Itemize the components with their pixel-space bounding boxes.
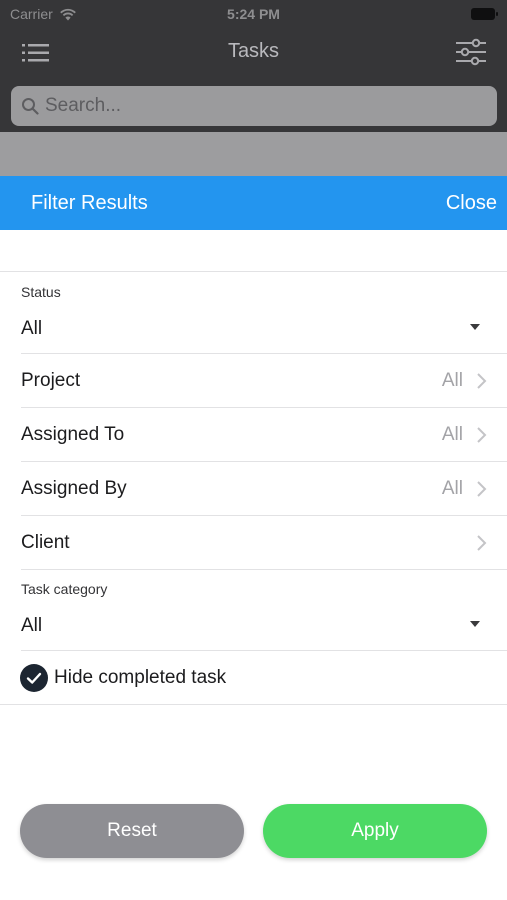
task-category-dropdown[interactable]: Task category All <box>0 570 507 650</box>
assigned-by-label: Assigned By <box>21 478 127 499</box>
project-row[interactable]: Project All <box>0 354 507 407</box>
assigned-to-row[interactable]: Assigned To All <box>0 408 507 461</box>
status-bar: Carrier 5:24 PM <box>0 0 507 28</box>
nav-bar: Tasks <box>0 28 507 78</box>
assigned-by-value: All <box>441 478 463 499</box>
assigned-to-label: Assigned To <box>21 424 125 445</box>
reset-button[interactable]: Reset <box>20 804 244 858</box>
dropdown-arrow-icon <box>470 621 480 627</box>
hide-completed-checkbox[interactable] <box>20 664 48 692</box>
task-category-value: All <box>21 615 43 636</box>
filter-sheet-header: Filter Results Close <box>0 176 507 230</box>
checkmark-icon <box>26 672 42 684</box>
search-icon <box>22 98 39 115</box>
filter-sheet-title: Filter Results <box>31 192 148 214</box>
status-dropdown[interactable]: Status All <box>0 272 507 353</box>
status-caption: Status <box>21 284 61 300</box>
hide-completed-label: Hide completed task <box>54 667 227 688</box>
close-button[interactable]: Close <box>446 192 497 215</box>
filter-sliders-icon[interactable] <box>455 38 487 66</box>
dropdown-arrow-icon <box>470 324 480 330</box>
client-label: Client <box>21 532 70 553</box>
apply-button[interactable]: Apply <box>263 804 487 858</box>
page-title: Tasks <box>227 40 280 62</box>
chevron-right-icon <box>477 535 487 551</box>
client-row[interactable]: Client <box>0 516 507 569</box>
clock: 5:24 PM <box>227 6 280 22</box>
chevron-right-icon <box>477 481 487 497</box>
divider <box>0 704 507 705</box>
hide-completed-toggle[interactable]: Hide completed task <box>0 651 507 704</box>
task-category-caption: Task category <box>21 581 108 597</box>
search-input[interactable] <box>45 86 485 126</box>
battery-icon <box>471 8 498 20</box>
project-value: All <box>441 370 463 391</box>
assigned-to-value: All <box>441 424 463 445</box>
dimmed-background <box>0 132 507 176</box>
chevron-right-icon <box>477 373 487 389</box>
chevron-right-icon <box>477 427 487 443</box>
assigned-by-row[interactable]: Assigned By All <box>0 462 507 515</box>
project-label: Project <box>21 370 81 391</box>
search-bar[interactable] <box>11 86 497 126</box>
status-value: All <box>21 318 43 339</box>
